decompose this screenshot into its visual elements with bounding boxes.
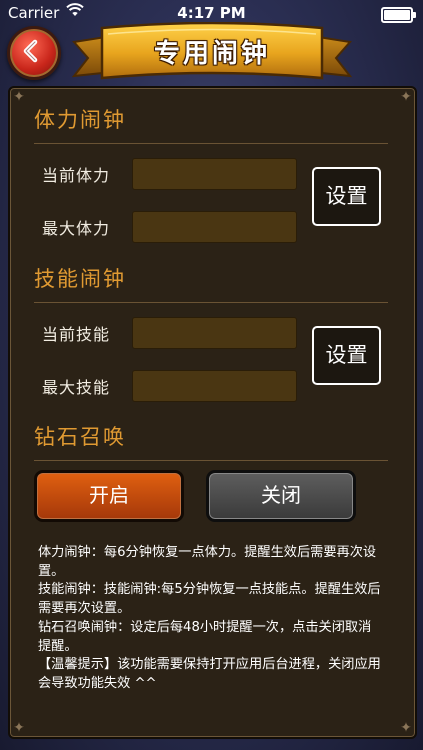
current-stamina-label: 当前体力 xyxy=(42,166,111,185)
description-line: 体力闹钟：每6分钟恢复一点体力。提醒生效后需要再次设置。 xyxy=(38,545,377,579)
corner-ornament-icon: ✦ xyxy=(13,89,25,105)
back-arrow-icon xyxy=(23,39,38,63)
max-skill-input[interactable] xyxy=(132,370,297,402)
clock-time: 4:17 PM xyxy=(177,4,246,22)
page-title: 专用闹钟 xyxy=(153,39,270,69)
diamond-off-button[interactable]: 关闭 xyxy=(206,470,356,522)
stamina-section-title: 体力闹钟 xyxy=(34,108,126,132)
divider xyxy=(34,460,388,461)
current-skill-label: 当前技能 xyxy=(42,325,111,344)
max-stamina-label: 最大体力 xyxy=(42,219,111,238)
title-banner: 专用闹钟 xyxy=(72,22,352,90)
corner-ornament-icon: ✦ xyxy=(400,89,412,105)
skill-section-title: 技能闹钟 xyxy=(34,267,126,291)
description-line: 技能闹钟：技能闹钟:每5分钟恢复一点技能点。提醒生效后需要再次设置。 xyxy=(38,582,381,617)
divider xyxy=(34,143,388,144)
skill-set-button[interactable]: 设置 xyxy=(312,326,381,385)
description-line: 钻石召唤闹钟：设定后每48小时提醒一次，点击关闭取消提醒。 xyxy=(38,619,372,654)
battery-icon xyxy=(381,7,416,23)
back-button[interactable] xyxy=(7,26,61,80)
divider xyxy=(34,302,388,303)
diamond-on-button[interactable]: 开启 xyxy=(34,470,184,522)
corner-ornament-icon: ✦ xyxy=(13,720,25,736)
description-line: 【温馨提示】该功能需要保持打开应用后台进程，关闭应用会导致功能失效 ^^ xyxy=(38,657,381,691)
current-skill-input[interactable] xyxy=(132,317,297,349)
max-stamina-input[interactable] xyxy=(132,211,297,243)
description-text: 体力闹钟：每6分钟恢复一点体力。提醒生效后需要再次设置。 技能闹钟：技能闹钟:每… xyxy=(38,544,383,694)
current-stamina-input[interactable] xyxy=(132,158,297,190)
stamina-set-button[interactable]: 设置 xyxy=(312,167,381,226)
diamond-section-title: 钻石召唤 xyxy=(34,425,126,449)
max-skill-label: 最大技能 xyxy=(42,378,111,397)
corner-ornament-icon: ✦ xyxy=(400,720,412,736)
